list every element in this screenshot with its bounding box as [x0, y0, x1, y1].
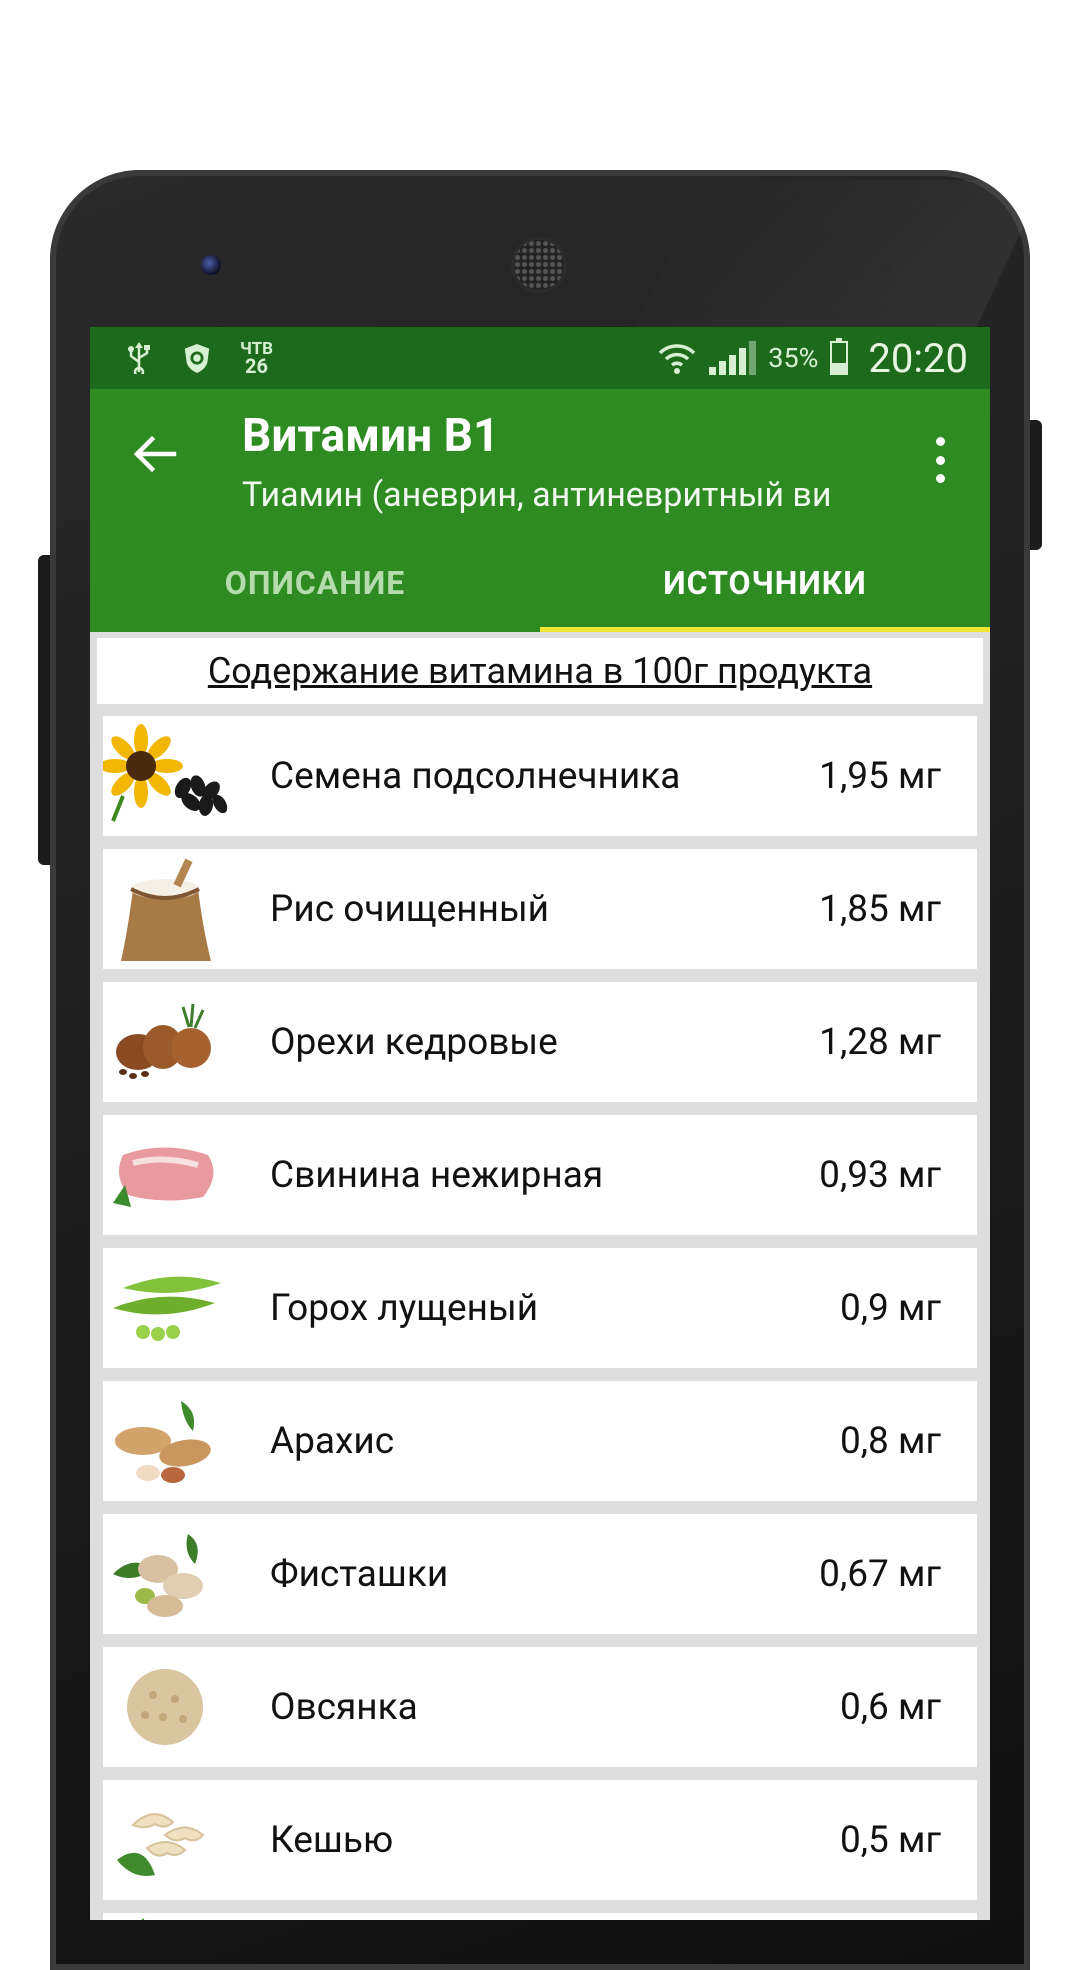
earpiece-speaker [514, 240, 564, 290]
status-bar: ЧТВ 26 35% 20:20 [90, 327, 990, 389]
list-item-partial[interactable] [103, 1913, 977, 1920]
cell-signal-icon [709, 341, 757, 375]
product-name: Свинина нежирная [270, 1153, 604, 1197]
oatmeal-image [103, 1647, 233, 1767]
vitamin-amount: 0,5 мг [839, 1818, 941, 1862]
list-item[interactable]: Арахис 0,8 мг [103, 1381, 977, 1501]
power-button [1030, 420, 1042, 550]
page-subtitle: Тиамин (аневрин, антиневритный ви [242, 475, 832, 515]
cashew-image [103, 1780, 233, 1900]
pistachios-image [103, 1514, 233, 1634]
rice-sack-image [103, 849, 233, 969]
vitamin-amount: 0,9 мг [839, 1286, 941, 1330]
list-item[interactable]: Свинина нежирная 0,93 мг [103, 1115, 977, 1235]
product-name: Орехи кедровые [270, 1020, 558, 1064]
product-name: Фисташки [270, 1552, 449, 1596]
product-name: Овсянка [270, 1685, 418, 1729]
front-camera [201, 255, 221, 275]
product-name: Рис очищенный [270, 887, 550, 931]
calendar-date-icon: ЧТВ 26 [240, 341, 273, 378]
product-name: Горох лущеный [270, 1286, 539, 1330]
vitamin-amount: 0,93 мг [819, 1153, 941, 1197]
light-sensor [880, 263, 890, 273]
usb-icon [124, 342, 154, 374]
vitamin-amount: 1,95 мг [819, 754, 941, 798]
sunflower-seeds-image [99, 716, 233, 836]
toolbar: Витамин В1 Тиамин (аневрин, антиневритны… [90, 389, 990, 534]
pine-nuts-image [103, 982, 233, 1102]
section-title: Содержание витамина в 100г продукта [97, 638, 983, 704]
bezel-reflection [635, 180, 1045, 330]
list-item[interactable]: Кешью 0,5 мг [103, 1780, 977, 1900]
date-number-text: 26 [245, 354, 268, 378]
vitamin-amount: 1,85 мг [819, 887, 941, 931]
product-name: Кешью [270, 1818, 394, 1862]
list-item[interactable]: Орехи кедровые 1,28 мг [103, 982, 977, 1102]
wifi-icon [657, 338, 697, 378]
list-item[interactable]: Горох лущеный 0,9 мг [103, 1248, 977, 1368]
product-name: Семена подсолнечника [270, 754, 681, 798]
tab-bar: ОПИСАНИЕ ИСТОЧНИКИ [90, 534, 990, 632]
list-item[interactable]: Рис очищенный 1,85 мг [103, 849, 977, 969]
list-item[interactable]: Семена подсолнечника 1,95 мг [99, 716, 977, 836]
page-title: Витамин В1 [242, 409, 500, 463]
battery-percent: 35% [768, 342, 819, 374]
clock: 20:20 [868, 334, 968, 382]
proximity-sensor [846, 260, 862, 276]
back-arrow-icon[interactable] [130, 429, 180, 479]
peas-image [103, 1248, 233, 1368]
active-tab-indicator [540, 627, 990, 632]
sources-list-container: Содержание витамина в 100г продукта Семе… [90, 632, 990, 1920]
tab-description[interactable]: ОПИСАНИЕ [90, 534, 540, 632]
volume-button [38, 555, 50, 865]
leaves-image [103, 1913, 233, 1920]
battery-charging-icon [830, 338, 849, 375]
list-item[interactable]: Фисташки 0,67 мг [103, 1514, 977, 1634]
vitamin-amount: 0,67 мг [819, 1552, 941, 1596]
overflow-menu-icon[interactable] [930, 437, 950, 483]
peanuts-image [103, 1381, 233, 1501]
phone-screen: ЧТВ 26 35% 20:20 Витамин В1 Тиамин (анев… [90, 327, 990, 1920]
vitamin-amount: 0,8 мг [839, 1419, 941, 1463]
pork-image [103, 1115, 233, 1235]
list-item[interactable]: Овсянка 0,6 мг [103, 1647, 977, 1767]
tab-sources[interactable]: ИСТОЧНИКИ [540, 534, 990, 632]
antivirus-shield-icon [182, 343, 212, 373]
product-name: Арахис [270, 1419, 395, 1463]
vitamin-amount: 1,28 мг [819, 1020, 941, 1064]
vitamin-amount: 0,6 мг [839, 1685, 941, 1729]
